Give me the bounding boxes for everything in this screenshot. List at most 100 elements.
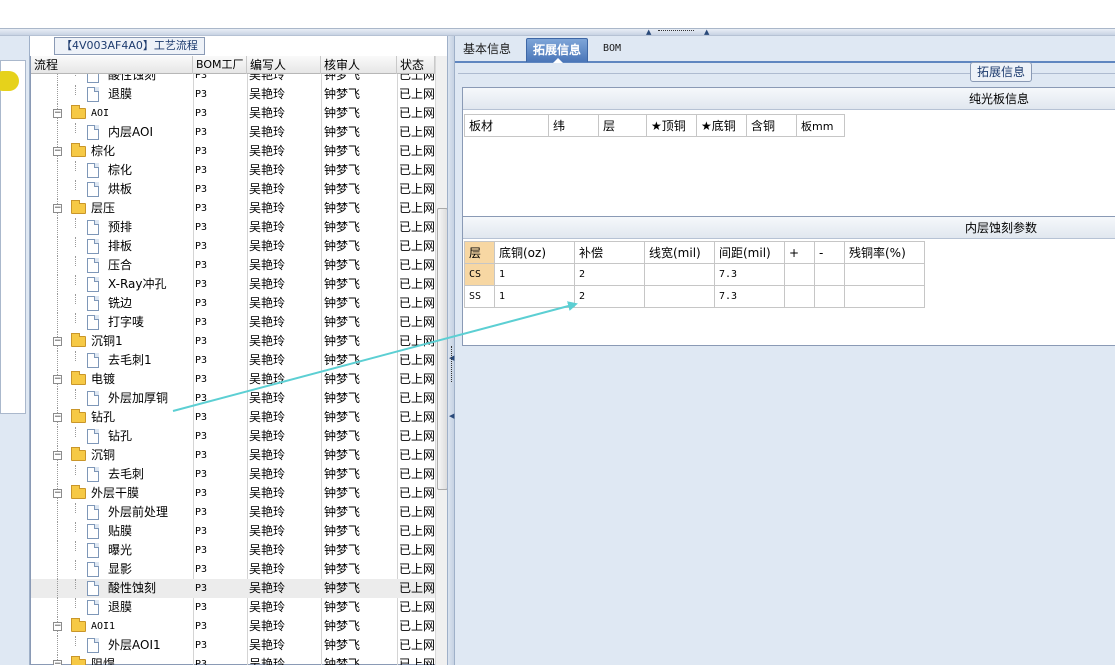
table-row[interactable]: 铣边 P3 吴艳玲 钟梦飞 已上网 (31, 294, 435, 313)
collapse-toggle-icon[interactable]: − (53, 204, 62, 213)
chat-bubble-icon[interactable] (0, 71, 19, 91)
col-board-material[interactable]: 板材 (464, 114, 549, 137)
table-row[interactable]: 退膜 P3 吴艳玲 钟梦飞 已上网 (31, 598, 435, 617)
col-copper-content[interactable]: 含铜 (746, 114, 797, 137)
collapse-toggle-icon[interactable]: − (53, 489, 62, 498)
table-row[interactable]: − 层压 P3 吴艳玲 钟梦飞 已上网 (31, 199, 435, 218)
col-bottom-copper[interactable]: ★底铜 (696, 114, 747, 137)
col-etch-layer[interactable]: 层 (464, 241, 495, 264)
tab-extended-info[interactable]: 拓展信息 (526, 38, 589, 63)
table-row[interactable]: 外层AOI1 P3 吴艳玲 钟梦飞 已上网 (31, 636, 435, 655)
table-row[interactable]: 退膜 P3 吴艳玲 钟梦飞 已上网 (31, 85, 435, 104)
document-icon (87, 74, 99, 83)
col-residual-copper[interactable]: 残铜率(%) (844, 241, 925, 264)
table-row[interactable]: 去毛刺1 P3 吴艳玲 钟梦飞 已上网 (31, 351, 435, 370)
col-header-status[interactable]: 状态 (397, 56, 435, 74)
table-row[interactable]: − 钻孔 P3 吴艳玲 钟梦飞 已上网 (31, 408, 435, 427)
col-header-reviewer[interactable]: 核审人 (321, 56, 397, 74)
cell-residual-copper[interactable] (844, 285, 925, 308)
col-header-writer[interactable]: 编写人 (247, 56, 321, 74)
cell-base-copper[interactable]: 1 (494, 263, 575, 286)
collapse-toggle-icon[interactable]: − (53, 451, 62, 460)
table-row[interactable]: 钻孔 P3 吴艳玲 钟梦飞 已上网 (31, 427, 435, 446)
cell-compensation[interactable]: 2 (574, 285, 645, 308)
collapse-toggle-icon[interactable]: − (53, 413, 62, 422)
table-row[interactable]: − 外层干膜 P3 吴艳玲 钟梦飞 已上网 (31, 484, 435, 503)
splitter-grip[interactable] (658, 30, 694, 33)
table-row[interactable]: − 沉铜 P3 吴艳玲 钟梦飞 已上网 (31, 446, 435, 465)
collapse-toggle-icon[interactable]: − (53, 337, 62, 346)
col-weft[interactable]: 纬 (548, 114, 599, 137)
table-row[interactable]: 酸性蚀刻 P3 吴艳玲 钟梦飞 已上网 (31, 74, 435, 85)
writer-cell: 吴艳玲 (249, 524, 286, 538)
tab-bom[interactable]: BOM (597, 38, 627, 62)
table-row[interactable]: 贴膜 P3 吴艳玲 钟梦飞 已上网 (31, 522, 435, 541)
tree-line (75, 522, 76, 532)
col-base-copper[interactable]: 底铜(oz) (494, 241, 575, 264)
cell-spacing[interactable]: 7.3 (714, 263, 785, 286)
tree-line (57, 465, 58, 484)
table-row[interactable]: 烘板 P3 吴艳玲 钟梦飞 已上网 (31, 180, 435, 199)
cell-residual-copper[interactable] (844, 263, 925, 286)
vertical-splitter-grip[interactable] (451, 346, 452, 382)
cell-minus[interactable] (814, 263, 845, 286)
cell-base-copper[interactable]: 1 (494, 285, 575, 308)
tree-node-label: 去毛刺1 (108, 353, 152, 367)
table-row[interactable]: 棕化 P3 吴艳玲 钟梦飞 已上网 (31, 161, 435, 180)
table-row[interactable]: 显影 P3 吴艳玲 钟梦飞 已上网 (31, 560, 435, 579)
table-row[interactable]: 曝光 P3 吴艳玲 钟梦飞 已上网 (31, 541, 435, 560)
collapse-toggle-icon[interactable]: − (53, 622, 62, 631)
bom-cell: P3 (195, 108, 208, 119)
cell-spacing[interactable]: 7.3 (714, 285, 785, 308)
table-row[interactable]: 压合 P3 吴艳玲 钟梦飞 已上网 (31, 256, 435, 275)
tree-line (57, 503, 58, 522)
cell-line-width[interactable] (644, 263, 715, 286)
table-row[interactable]: − 沉铜1 P3 吴艳玲 钟梦飞 已上网 (31, 332, 435, 351)
table-row[interactable]: 排板 P3 吴艳玲 钟梦飞 已上网 (31, 237, 435, 256)
table-row[interactable]: − AOI1 P3 吴艳玲 钟梦飞 已上网 (31, 617, 435, 636)
table-row[interactable]: 外层加厚铜 P3 吴艳玲 钟梦飞 已上网 (31, 389, 435, 408)
horizontal-splitter[interactable]: ▲ ▲ (0, 28, 1115, 36)
vertical-splitter[interactable]: ◀ ◀ (447, 36, 455, 665)
tab-basic-info[interactable]: 基本信息 (457, 38, 517, 62)
collapse-toggle-icon[interactable]: − (53, 375, 62, 384)
table-row[interactable]: 打字唛 P3 吴艳玲 钟梦飞 已上网 (31, 313, 435, 332)
col-header-bom[interactable]: BOM工厂 (193, 56, 247, 74)
col-plus[interactable]: + (784, 241, 815, 264)
table-row[interactable]: 外层前处理 P3 吴艳玲 钟梦飞 已上网 (31, 503, 435, 522)
tree-line (57, 237, 58, 256)
col-layer[interactable]: 层 (598, 114, 647, 137)
cell-plus[interactable] (784, 285, 815, 308)
table-row[interactable]: 去毛刺 P3 吴艳玲 钟梦飞 已上网 (31, 465, 435, 484)
table-row[interactable]: − 棕化 P3 吴艳玲 钟梦飞 已上网 (31, 142, 435, 161)
table-row[interactable]: − AOI P3 吴艳玲 钟梦飞 已上网 (31, 104, 435, 123)
col-header-flow[interactable]: 流程 (31, 56, 193, 74)
collapse-up-icon-2[interactable]: ▲ (704, 28, 709, 36)
col-top-copper[interactable]: ★顶铜 (646, 114, 697, 137)
collapse-toggle-icon[interactable]: − (53, 147, 62, 156)
row-header-ss[interactable]: SS (464, 285, 495, 308)
cell-compensation[interactable]: 2 (574, 263, 645, 286)
col-minus[interactable]: - (814, 241, 845, 264)
collapse-up-icon[interactable]: ▲ (646, 28, 651, 36)
col-compensation[interactable]: 补偿 (574, 241, 645, 264)
cell-line-width[interactable] (644, 285, 715, 308)
table-row[interactable]: − 阻焊 P3 吴艳玲 钟梦飞 已上网 (31, 655, 435, 665)
table-row[interactable]: − 电镀 P3 吴艳玲 钟梦飞 已上网 (31, 370, 435, 389)
cell-minus[interactable] (814, 285, 845, 308)
col-spacing[interactable]: 间距(mil) (714, 241, 785, 264)
cell-plus[interactable] (784, 263, 815, 286)
collapse-toggle-icon[interactable]: − (53, 109, 62, 118)
table-row[interactable]: X-Ray冲孔 P3 吴艳玲 钟梦飞 已上网 (31, 275, 435, 294)
tree-line (75, 351, 76, 361)
table-row[interactable]: 内层AOI P3 吴艳玲 钟梦飞 已上网 (31, 123, 435, 142)
collapse-toggle-icon[interactable]: − (53, 660, 62, 665)
table-row: CS 1 2 7.3 (464, 263, 925, 286)
collapse-left-icon-2[interactable]: ◀ (449, 412, 454, 420)
col-board-mm[interactable]: 板mm (796, 114, 845, 137)
table-row[interactable]: 预排 P3 吴艳玲 钟梦飞 已上网 (31, 218, 435, 237)
col-line-width[interactable]: 线宽(mil) (644, 241, 715, 264)
table-row[interactable]: 酸性蚀刻 P3 吴艳玲 钟梦飞 已上网 (31, 579, 435, 598)
reviewer-cell: 钟梦飞 (324, 562, 361, 576)
row-header-cs[interactable]: CS (464, 263, 495, 286)
